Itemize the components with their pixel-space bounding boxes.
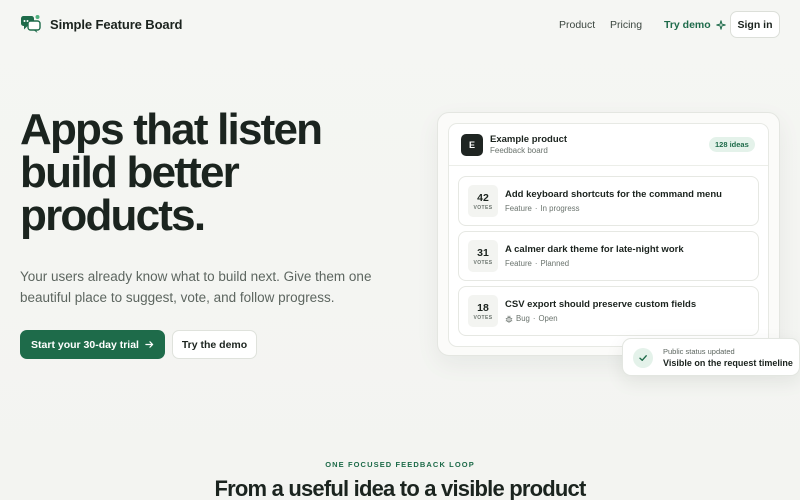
idea-category: Feature	[505, 204, 532, 213]
vote-label: VOTES	[473, 314, 493, 321]
nav-product-link[interactable]: Product	[559, 19, 595, 31]
toast-message: Visible on the request timeline	[663, 358, 793, 368]
toast-check-badge	[633, 348, 653, 368]
product-subtitle: Feedback board	[490, 146, 548, 155]
arrow-right-icon	[145, 341, 154, 348]
start-trial-label: Start your 30-day trial	[31, 338, 139, 351]
vote-count: 18	[477, 301, 489, 314]
hero-title: Apps that listen build better products.	[20, 105, 323, 240]
meta-separator-dot: ·	[534, 204, 538, 213]
product-avatar: E	[461, 134, 483, 156]
idea-item[interactable]: 42 VOTES Add keyboard shortcuts for the …	[458, 176, 759, 226]
idea-title: A calmer dark theme for late-night work	[505, 244, 684, 255]
meta-separator-dot: ·	[534, 259, 538, 268]
brand-name[interactable]: Simple Feature Board	[50, 17, 182, 32]
try-demo-button[interactable]: Try the demo	[172, 330, 257, 359]
toast-title: Public status updated	[663, 347, 735, 356]
meta-separator-dot: ·	[532, 314, 536, 323]
section-eyebrow: ONE FOCUSED FEEDBACK LOOP	[325, 460, 475, 469]
idea-item[interactable]: 18 VOTES CSV export should preserve cust…	[458, 286, 759, 336]
section-title: From a useful idea to a visible product	[214, 476, 587, 500]
idea-meta: Bug · Open	[505, 314, 558, 323]
idea-status: Planned	[540, 259, 570, 268]
idea-title: Add keyboard shortcuts for the command m…	[505, 189, 722, 200]
hero-subtitle: Your users already know what to build ne…	[20, 269, 372, 305]
product-name: Example product	[490, 134, 568, 145]
idea-category: Bug	[516, 314, 530, 323]
idea-status: Open	[538, 314, 558, 323]
vote-count: 42	[477, 191, 489, 204]
sign-in-button[interactable]: Sign in	[730, 11, 780, 38]
status-toast: Public status updated Visible on the req…	[622, 338, 800, 376]
idea-meta: Feature · In progress	[505, 204, 580, 213]
bug-icon	[505, 315, 513, 322]
idea-meta: Feature · Planned	[505, 259, 569, 268]
idea-title: CSV export should preserve custom fields	[505, 299, 697, 310]
nav-pricing-link[interactable]: Pricing	[610, 19, 642, 31]
vote-label: VOTES	[473, 204, 493, 211]
card-divider	[449, 165, 768, 166]
sparkle-icon	[716, 20, 726, 30]
vote-button[interactable]: 31 VOTES	[468, 240, 498, 272]
vote-count: 31	[477, 246, 489, 259]
logo-icon	[21, 15, 41, 33]
idea-item[interactable]: 31 VOTES A calmer dark theme for late-ni…	[458, 231, 759, 281]
vote-button[interactable]: 42 VOTES	[468, 185, 498, 217]
nav-try-demo-label: Try demo	[664, 19, 711, 31]
check-icon	[639, 355, 647, 361]
vote-button[interactable]: 18 VOTES	[468, 295, 498, 327]
idea-category: Feature	[505, 259, 532, 268]
ideas-count-badge: 128 ideas	[709, 137, 755, 152]
nav-try-demo-link[interactable]: Try demo	[664, 19, 726, 31]
start-trial-button[interactable]: Start your 30-day trial	[20, 330, 165, 359]
vote-label: VOTES	[473, 259, 493, 266]
idea-status: In progress	[540, 204, 580, 213]
